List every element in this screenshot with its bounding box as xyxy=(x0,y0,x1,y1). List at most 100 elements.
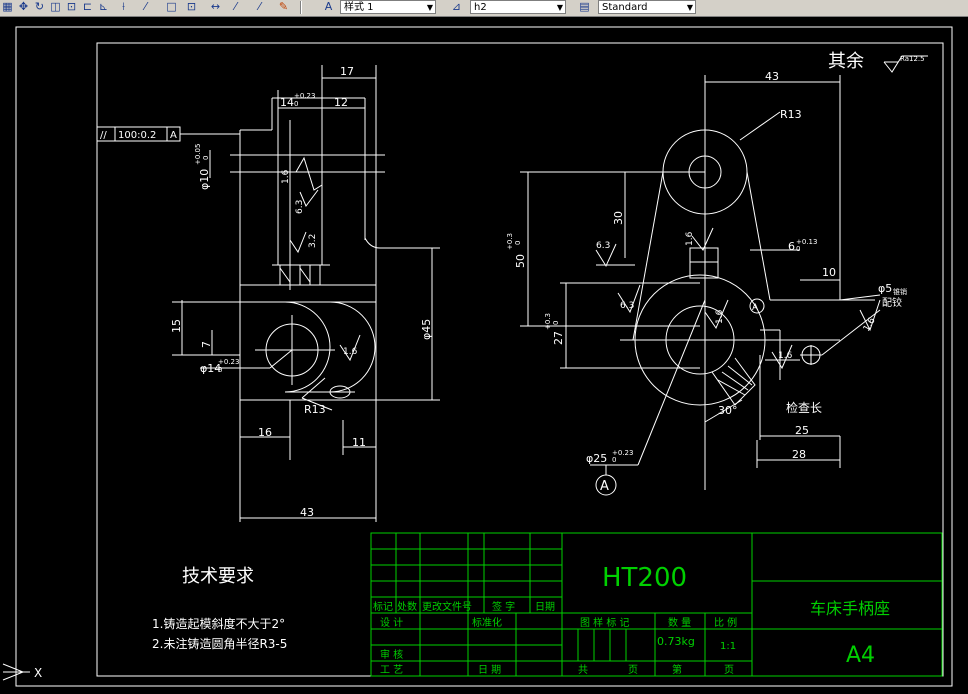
standardize-label: 标准化 xyxy=(472,616,502,629)
dim-30-angle: 30° xyxy=(718,404,738,417)
chevron-down-icon: ▼ xyxy=(686,3,693,12)
text-style-mgr-icon[interactable]: A xyxy=(322,0,335,14)
dim-11: 11 xyxy=(352,436,366,449)
ucs-x-label: X xyxy=(34,666,42,680)
datum-a-small: A xyxy=(752,303,759,313)
dim-update-icon[interactable]: ✎ xyxy=(277,0,290,14)
rough-left-2: 6.3 xyxy=(295,200,305,214)
chevron-down-icon: ▼ xyxy=(426,3,433,12)
page-label-1: 页 xyxy=(628,664,638,676)
text-style-select[interactable]: 样式 1 ▼ xyxy=(340,0,436,14)
dim-d10-tol0: 0 xyxy=(202,156,210,160)
rough-right-b: 1.6 xyxy=(685,231,695,246)
row-review: 审 核 xyxy=(380,648,403,661)
scale-label: 比 例 xyxy=(714,616,737,629)
dim-25: 25 xyxy=(795,424,809,437)
dim-10: 10 xyxy=(822,266,836,279)
scale-value: 1:1 xyxy=(720,641,736,652)
tech-requirements-title: 技术要求 xyxy=(182,566,254,587)
dim-28: 28 xyxy=(792,448,806,461)
view-icon[interactable]: ◫ xyxy=(49,0,62,14)
dim-aligned-icon[interactable]: ⊾ xyxy=(97,0,110,14)
dim-50: 50 xyxy=(514,254,527,268)
dim-7: 7 xyxy=(200,341,213,348)
dim-r13-right: R13 xyxy=(780,108,802,121)
zoom-icon[interactable]: ⊡ xyxy=(65,0,78,14)
rough-left-3: 3.2 xyxy=(308,234,318,248)
dim-14-tol: +0.23 xyxy=(294,92,315,100)
pan-icon[interactable]: ✥ xyxy=(17,0,30,14)
text-style-value: 样式 1 xyxy=(344,2,374,13)
dim-43-left: 43 xyxy=(300,506,314,519)
sheet-label: 第 xyxy=(672,663,682,676)
dim-d14-tol: +0.23 xyxy=(218,358,239,366)
dim-17: 17 xyxy=(340,65,354,78)
dim-linear-icon[interactable]: ⊏ xyxy=(81,0,94,14)
header-date: 日期 xyxy=(535,601,555,613)
dim-box-icon[interactable]: □ xyxy=(165,0,178,14)
dim-43-right: 43 xyxy=(765,70,779,83)
dim-r13-left: R13 xyxy=(304,403,326,416)
leader-icon[interactable]: ⁄ xyxy=(139,0,152,14)
page-label-2: 页 xyxy=(724,664,734,676)
dim-27-tol0: 0 xyxy=(552,321,560,325)
roughness-note-value: Ra12.5 xyxy=(900,55,925,63)
dim-14-tol0: 0 xyxy=(294,100,298,108)
rough-right-d: 1.6 xyxy=(715,309,725,324)
rough-left-1: 1.6 xyxy=(281,169,291,184)
rough-right-a: 6.3 xyxy=(596,241,610,251)
tech-requirement-1: 1.铸造起模斜度不大于2° xyxy=(152,616,285,631)
tech-requirement-2: 2.未注铸造圆角半径R3-5 xyxy=(152,636,287,651)
drawing-canvas[interactable]: 17 14 +0.23 0 12 φ10 +0.05 0 15 7 φ14 +0… xyxy=(0,17,968,694)
dim-27-tol: +0.3 xyxy=(544,313,552,330)
dim-d25-tol0: 0 xyxy=(612,456,616,464)
hole-note-2: 配铰 xyxy=(882,296,902,309)
roughness-note-label: 其余 xyxy=(828,51,864,72)
check-length: 检查长 xyxy=(786,400,822,415)
dim-d10-tol: +0.05 xyxy=(194,144,202,165)
weight-value: 0.73kg xyxy=(657,635,695,648)
dim-continue-icon[interactable]: ⟊ xyxy=(117,0,130,14)
dim-50-tol: +0.3 xyxy=(506,233,514,250)
table-style-select[interactable]: Standard ▼ xyxy=(598,0,696,14)
rough-left-4: 1.6 xyxy=(343,347,358,357)
dim-d45: φ45 xyxy=(420,319,433,340)
dim-style-mgr-icon[interactable]: ⊿ xyxy=(450,0,463,14)
right-view xyxy=(520,75,881,496)
orbit-icon[interactable]: ↻ xyxy=(33,0,46,14)
header-mark: 标记 xyxy=(373,601,393,613)
dim-15: 15 xyxy=(170,319,183,333)
datum-a-label: A xyxy=(600,479,609,494)
dim-50-tol0: 0 xyxy=(514,241,522,245)
text-style-icon[interactable]: ⁄ xyxy=(253,0,266,14)
tolerance-symbol: // xyxy=(100,130,107,141)
dim-box2-icon[interactable]: ⊡ xyxy=(185,0,198,14)
header-sign: 签 字 xyxy=(492,600,515,613)
paper-size: A4 xyxy=(846,643,875,668)
chevron-down-icon: ▼ xyxy=(556,3,563,12)
tolerance-datum: A xyxy=(170,130,177,141)
grid-icon[interactable]: ▦ xyxy=(1,0,14,14)
dim-d10: φ10 xyxy=(198,169,211,190)
dim-d14-tol0: 0 xyxy=(218,366,222,374)
table-style-value: Standard xyxy=(602,2,648,13)
leader2-icon[interactable]: ↔ xyxy=(209,0,222,14)
part-name: 车床手柄座 xyxy=(810,599,890,618)
header-change-doc: 更改文件号 xyxy=(422,600,472,613)
date-label: 日 期 xyxy=(478,664,501,676)
dim-27: 27 xyxy=(552,331,565,345)
table-style-mgr-icon[interactable]: ▤ xyxy=(578,0,591,14)
total-label: 共 xyxy=(578,664,588,676)
dim-12: 12 xyxy=(334,96,348,109)
hole-note-1: 锥销 xyxy=(893,287,907,296)
rough-right-e: 1.6 xyxy=(778,351,793,361)
toolbar: ▦ ✥ ↻ ◫ ⊡ ⊏ ⊾ ⟊ ⁄ □ ⊡ ↔ ⁄ ⁄ ✎ A 样式 1 ▼ ⊿ … xyxy=(0,0,968,17)
dim-d25: φ25 xyxy=(586,452,607,465)
material-label: HT200 xyxy=(602,563,687,593)
rough-right-c: 6.3 xyxy=(620,301,634,311)
hole-dim: φ5 xyxy=(878,282,892,295)
dim-edit-icon[interactable]: ⁄ xyxy=(229,0,242,14)
dim-6-tol0: 0 xyxy=(796,245,800,253)
dim-style-select[interactable]: h2 ▼ xyxy=(470,0,566,14)
dim-16: 16 xyxy=(258,426,272,439)
